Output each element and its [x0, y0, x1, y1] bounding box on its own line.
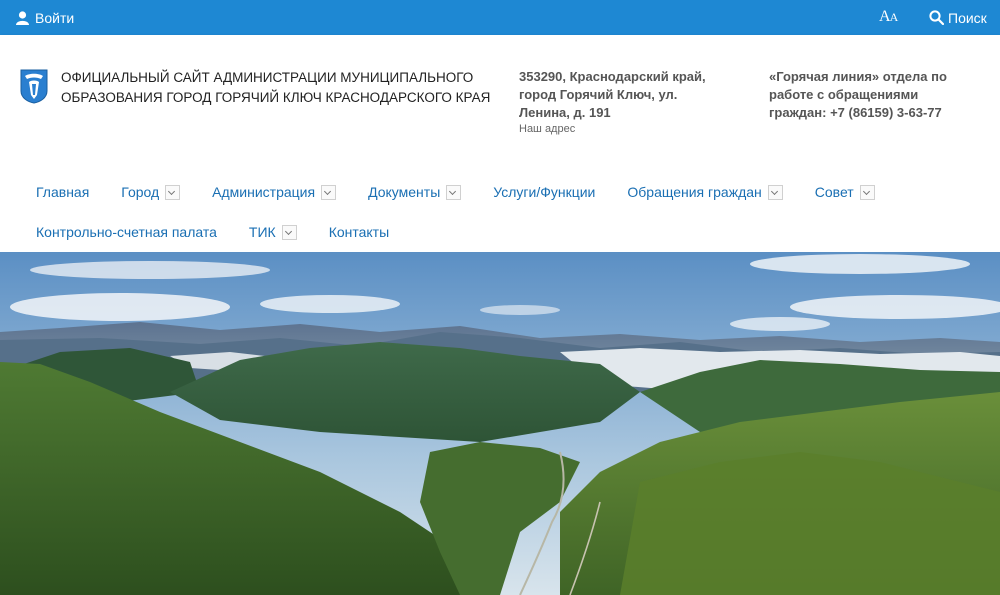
nav-item-label: Услуги/Функции	[493, 184, 596, 200]
chevron-down-icon[interactable]	[321, 184, 337, 200]
nav-item-label: Обращения граждан	[627, 184, 762, 200]
search-link[interactable]: Поиск	[929, 0, 987, 35]
nav-item[interactable]: Контрольно-счетная палата	[36, 224, 217, 240]
nav-item-label: Администрация	[212, 184, 316, 200]
nav-item[interactable]: Главная	[36, 184, 89, 200]
nav-row-2: Контрольно-счетная палата ТИК Контакты	[36, 221, 421, 243]
nav-item-label: ТИК	[248, 224, 276, 240]
chevron-down-icon[interactable]	[767, 184, 783, 200]
nav-item-label: Главная	[36, 184, 90, 200]
site-title[interactable]: Официальный сайт администрации муниципал…	[61, 68, 501, 108]
nav-item[interactable]: Город	[121, 184, 181, 200]
nav-item-label: Совет	[814, 184, 854, 200]
nav-item[interactable]: ТИК	[249, 224, 297, 240]
chevron-down-icon[interactable]	[165, 184, 181, 200]
address-text: 353290, Краснодарский край, город Горячи…	[519, 69, 706, 120]
nav-item[interactable]: Документы	[368, 184, 462, 200]
site-header: Официальный сайт администрации муниципал…	[0, 35, 1000, 252]
nav-item[interactable]: Администрация	[212, 184, 337, 200]
nav-item[interactable]: Обращения граждан	[627, 184, 783, 200]
nav-item-label: Контрольно-счетная палата	[36, 224, 217, 240]
nav-item[interactable]: Контакты	[329, 224, 389, 240]
coat-of-arms-icon[interactable]	[20, 69, 48, 104]
search-icon	[929, 10, 944, 25]
search-label: Поиск	[948, 9, 987, 26]
top-bar: Войти AA Поиск	[0, 0, 1000, 35]
login-label: Войти	[35, 9, 75, 26]
login-link[interactable]: Войти	[16, 0, 74, 35]
hero-landscape-image	[0, 252, 1000, 595]
chevron-down-icon[interactable]	[446, 184, 462, 200]
nav-item[interactable]: Услуги/Функции	[493, 184, 595, 200]
nav-item-label: Контакты	[328, 224, 390, 240]
chevron-down-icon[interactable]	[281, 224, 297, 240]
nav-item-label: Город	[121, 184, 160, 200]
font-size-toggle[interactable]: AA	[879, 8, 898, 26]
hotline-text: «Горячая линия» отдела по работе с обращ…	[769, 69, 947, 120]
nav-row-1: Главная Город Администрация Документы Услуги…	[36, 181, 907, 203]
nav-item-label: Документы	[368, 184, 441, 200]
user-icon	[16, 10, 29, 25]
chevron-down-icon[interactable]	[859, 184, 875, 200]
address-caption: Наш адрес	[519, 123, 576, 135]
font-size-icon: AA	[879, 8, 898, 25]
nav-item[interactable]: Совет	[815, 184, 875, 200]
